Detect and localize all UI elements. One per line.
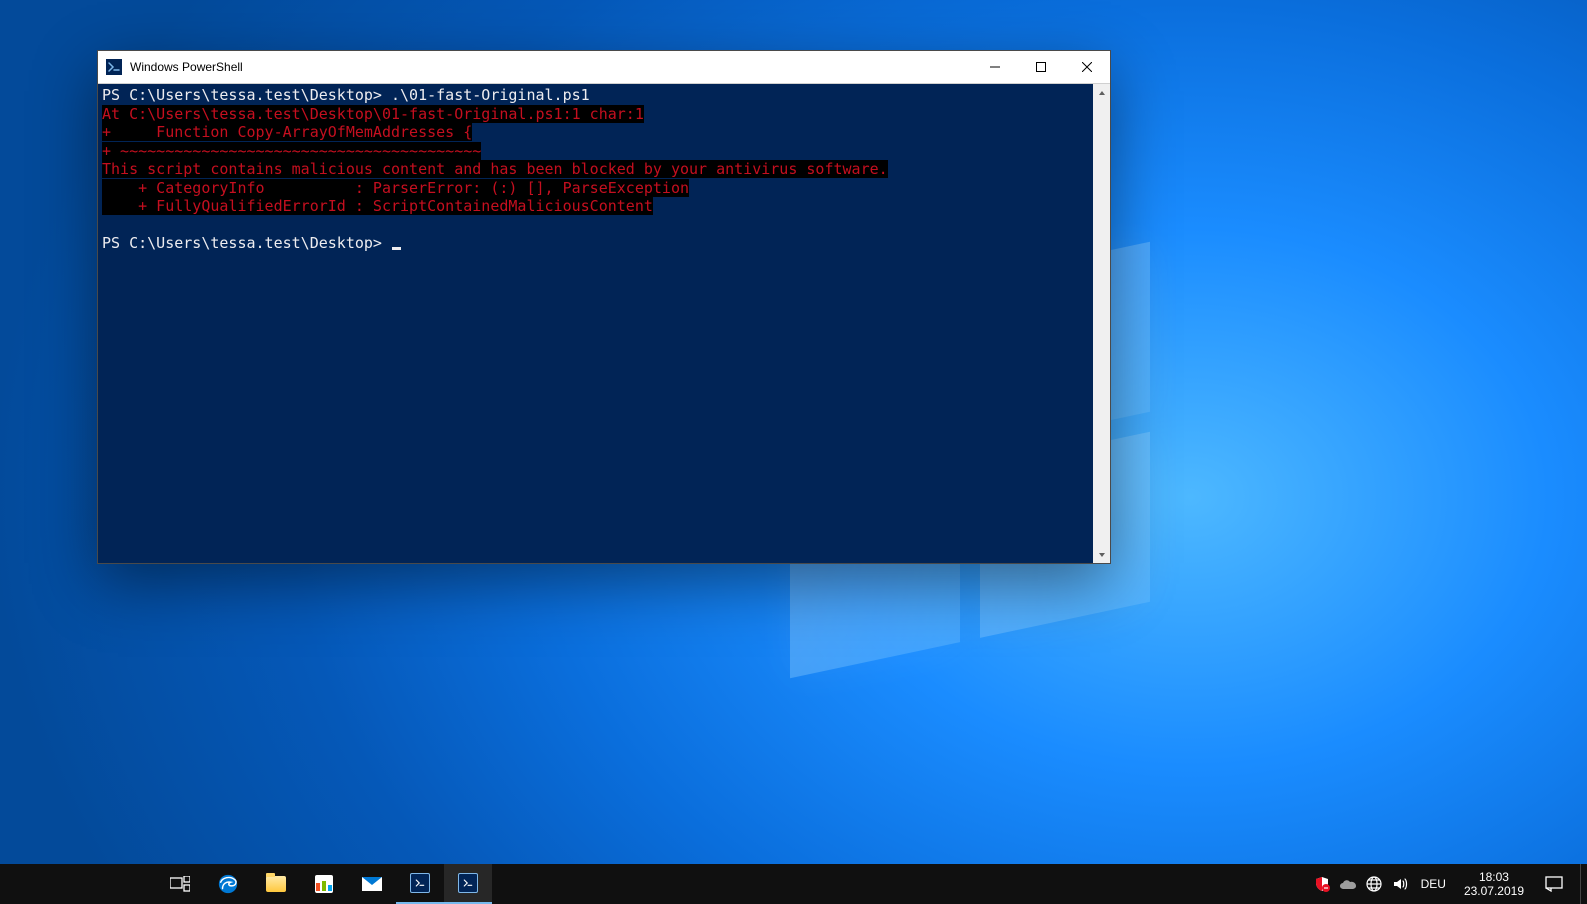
show-desktop-button[interactable] [1580,864,1587,904]
titlebar[interactable]: Windows PowerShell [98,51,1110,84]
vertical-scrollbar[interactable] [1093,84,1110,563]
console-output[interactable]: PS C:\Users\tessa.test\Desktop> .\01-fas… [98,84,1093,563]
taskbar-powershell-active[interactable] [444,864,492,904]
store-icon [315,875,333,893]
console-error-line: + ~~~~~~~~~~~~~~~~~~~~~~~~~~~~~~~~~~~~~~… [102,142,481,160]
scroll-track[interactable] [1093,101,1110,546]
taskbar-file-explorer[interactable] [252,864,300,904]
minimize-button[interactable] [972,51,1018,83]
system-tray: DEU [1309,864,1454,904]
close-button[interactable] [1064,51,1110,83]
language-indicator[interactable]: DEU [1417,877,1450,891]
security-icon[interactable] [1313,875,1331,893]
taskbar-mail[interactable] [348,864,396,904]
console-line [102,216,111,234]
taskbar-powershell-pinned[interactable] [396,864,444,904]
network-icon[interactable] [1365,875,1383,893]
volume-icon[interactable] [1391,875,1409,893]
console-error-line: + Function Copy-ArrayOfMemAddresses { [102,123,472,141]
action-center-button[interactable] [1534,864,1574,904]
scroll-up-button[interactable] [1093,84,1110,101]
powershell-icon [458,873,478,893]
folder-icon [266,876,286,892]
maximize-button[interactable] [1018,51,1064,83]
console-error-line: + CategoryInfo : ParserError: (:) [], Pa… [102,179,689,197]
cursor [392,247,401,250]
clock[interactable]: 18:03 23.07.2019 [1454,864,1534,904]
scroll-down-button[interactable] [1093,546,1110,563]
taskbar-edge[interactable] [204,864,252,904]
desktop[interactable]: Windows PowerShell PS C:\Users\tessa.tes… [0,0,1587,904]
powershell-icon [410,873,430,893]
console-line: PS C:\Users\tessa.test\Desktop> .\01-fas… [102,86,590,104]
taskbar-store[interactable] [300,864,348,904]
window-title: Windows PowerShell [130,60,243,74]
clock-date: 23.07.2019 [1464,884,1524,898]
taskbar: DEU 18:03 23.07.2019 [0,864,1587,904]
console-prompt: PS C:\Users\tessa.test\Desktop> [102,234,391,252]
console-error-line: + FullyQualifiedErrorId : ScriptContaine… [102,197,653,215]
console-error-line: At C:\Users\tessa.test\Desktop\01-fast-O… [102,105,644,123]
console-error-line: This script contains malicious content a… [102,160,888,178]
clock-time: 18:03 [1479,870,1509,884]
onedrive-icon[interactable] [1339,875,1357,893]
powershell-icon [106,59,122,75]
mail-icon [362,877,382,891]
task-view-button[interactable] [156,864,204,904]
powershell-window: Windows PowerShell PS C:\Users\tessa.tes… [97,50,1111,564]
